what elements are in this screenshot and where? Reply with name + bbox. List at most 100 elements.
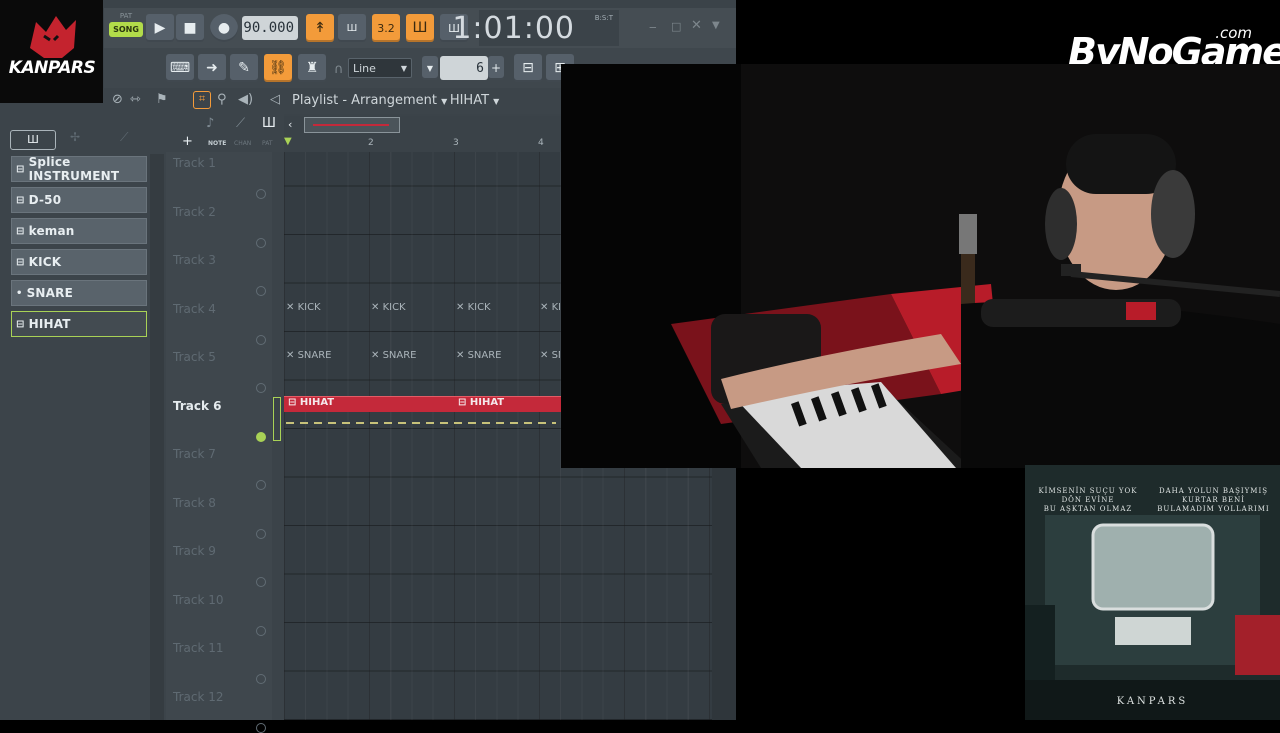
slip-tool-icon[interactable]: ⇿ [130, 92, 141, 107]
pencil-button[interactable]: ✎ [230, 54, 258, 82]
track-name[interactable]: Track 9 [173, 544, 216, 558]
track-name[interactable]: Track 1 [173, 156, 216, 170]
pat-song-switch[interactable]: PAT SONG [109, 12, 143, 44]
piano-icon: ♪ [206, 116, 215, 131]
countdown-button[interactable]: 3.2 [372, 14, 400, 42]
snare-clip[interactable]: ✕ SNARE [456, 350, 502, 362]
chan-label[interactable]: CHAN [234, 140, 251, 147]
hihat-clip[interactable]: ⊟ HIHAT [454, 396, 561, 412]
track-name[interactable]: Track 6 [173, 399, 222, 413]
playlist-title[interactable]: Playlist - Arrangement ▼ HIHAT ▼ [292, 93, 499, 108]
track-mute-button[interactable] [256, 237, 266, 248]
track-name[interactable]: Track 8 [173, 496, 216, 510]
track-name[interactable]: Track 4 [173, 302, 216, 316]
pat-label[interactable]: PAT [262, 140, 273, 147]
track-name[interactable]: Track 10 [173, 593, 223, 607]
track-mute-button[interactable] [256, 722, 266, 733]
picker-item[interactable]: ⊟ HIHAT [11, 311, 147, 337]
track-name[interactable]: Track 11 [173, 641, 223, 655]
track-tools-header: + NOTE CHAN PAT ♪ ⟋ Ш [166, 114, 284, 152]
song-mode-button[interactable]: SONG [109, 22, 143, 37]
typing-keyboard-button[interactable]: ⌨ [166, 54, 194, 82]
kick-clip[interactable]: ✕ KICK [540, 302, 560, 314]
window-menu-arrow-icon[interactable]: ▼ [712, 20, 720, 31]
kick-clip[interactable]: ✕ KICK [286, 302, 321, 314]
track-mute-button[interactable] [256, 334, 266, 345]
chevron-left-icon[interactable]: ‹ [288, 118, 292, 131]
song-time-display[interactable]: 1:01:00 B:S:T [452, 10, 619, 46]
picker-item[interactable]: ⊟ KICK [11, 249, 147, 275]
arrow-button[interactable]: ➜ [198, 54, 226, 82]
add-icon[interactable]: ✢ [70, 130, 80, 144]
webcam-feed [561, 64, 1280, 468]
edit-icon[interactable]: ⟋ [120, 130, 128, 145]
track-name[interactable]: Track 3 [173, 253, 216, 267]
wait-input-button[interactable]: Ш [338, 14, 366, 42]
snap-select[interactable]: Line ▼ [348, 58, 412, 78]
clip-label: SNARE [297, 350, 332, 361]
minimize-button[interactable]: ‒ [649, 20, 665, 34]
channel-rack-button[interactable]: ⊟ [514, 54, 542, 82]
track-mute-button[interactable] [256, 189, 266, 199]
select-tool-icon[interactable]: ⌗ [193, 91, 211, 109]
close-button[interactable]: ✕ [691, 18, 707, 33]
step-value[interactable]: 6 [440, 56, 488, 80]
track-name[interactable]: Track 2 [173, 205, 216, 219]
track-mute-button[interactable] [256, 528, 266, 539]
track-name[interactable]: Track 12 [173, 690, 223, 704]
track-name[interactable]: Track 7 [173, 447, 216, 461]
overview-window[interactable] [304, 117, 400, 133]
picker-mode-button[interactable]: Ш [10, 130, 56, 150]
snare-clip[interactable]: ✕ SNARE [540, 350, 560, 362]
clip-label: SNARE [551, 350, 560, 361]
link-button[interactable]: ⛓ [264, 54, 292, 82]
metronome-button[interactable]: ↟ [306, 14, 334, 42]
step-down-button[interactable]: ▼ [422, 56, 438, 80]
step-edit-button[interactable]: Ш [406, 14, 434, 42]
track-mute-button[interactable] [256, 286, 266, 296]
track-mute-button[interactable] [256, 383, 266, 393]
speaker-icon[interactable]: ◁ [270, 92, 280, 107]
kick-clip[interactable]: ✕ KICK [371, 302, 406, 314]
kick-clip[interactable]: ✕ KICK [456, 302, 491, 314]
picker-item[interactable]: ⊟ Splice INSTRUMENT [11, 155, 147, 183]
picker-item-label: KICK [28, 255, 62, 269]
picker-item-label: keman [28, 224, 75, 238]
picker-item[interactable]: ⊟ keman [11, 218, 147, 244]
tempo-display[interactable]: 90.000 [242, 16, 298, 40]
maximize-button[interactable]: □ [671, 20, 687, 34]
stamp-button[interactable]: ♜ [298, 54, 326, 82]
record-button[interactable]: ● [210, 14, 238, 42]
snare-clip[interactable]: ✕ SNARE [371, 350, 417, 362]
step-up-button[interactable]: + [488, 56, 504, 80]
playback-tool-icon[interactable]: ◀) [238, 92, 253, 107]
track-mute-button[interactable] [256, 431, 266, 442]
paint-tool-icon[interactable]: ⚑ [156, 92, 168, 107]
step-edit-icon: Ш [412, 20, 428, 36]
mute-tool-icon[interactable]: ⊘ [112, 92, 123, 107]
picker-scrollbar[interactable] [150, 154, 164, 720]
time-format-label: B:S:T [594, 14, 613, 22]
track-mute-button[interactable] [256, 625, 266, 636]
playhead-marker-icon[interactable]: ▼ [284, 136, 292, 147]
track-mute-button[interactable] [256, 674, 266, 684]
snare-clip[interactable]: ✕ SNARE [286, 350, 332, 362]
album-track: BU AŞKTAN OLMAZ [1043, 505, 1133, 513]
zoom-tool-icon[interactable]: ⚲ [217, 92, 227, 107]
track-mute-button[interactable] [256, 577, 266, 587]
track-name[interactable]: Track 5 [173, 350, 216, 364]
hihat-clip[interactable]: ⊟ HIHAT [284, 396, 454, 412]
pattern-grid-icon: ⊟ [16, 256, 25, 268]
picker-item[interactable]: • SNARE [11, 280, 147, 306]
add-track-icon[interactable]: + [182, 134, 193, 149]
clip-label: SNARE [467, 350, 502, 361]
picker-item[interactable]: ⊟ D-50 [11, 187, 147, 213]
album-artist: KANPARS [1116, 696, 1189, 707]
stop-button[interactable]: ■ [176, 14, 204, 42]
play-button[interactable]: ▶ [146, 14, 174, 42]
note-label[interactable]: NOTE [208, 140, 226, 147]
track-mute-button[interactable] [256, 480, 266, 490]
channel-rack-icon: ⊟ [522, 60, 534, 76]
clip-label: HIHAT [469, 397, 505, 408]
track-6-selector[interactable] [273, 397, 281, 441]
